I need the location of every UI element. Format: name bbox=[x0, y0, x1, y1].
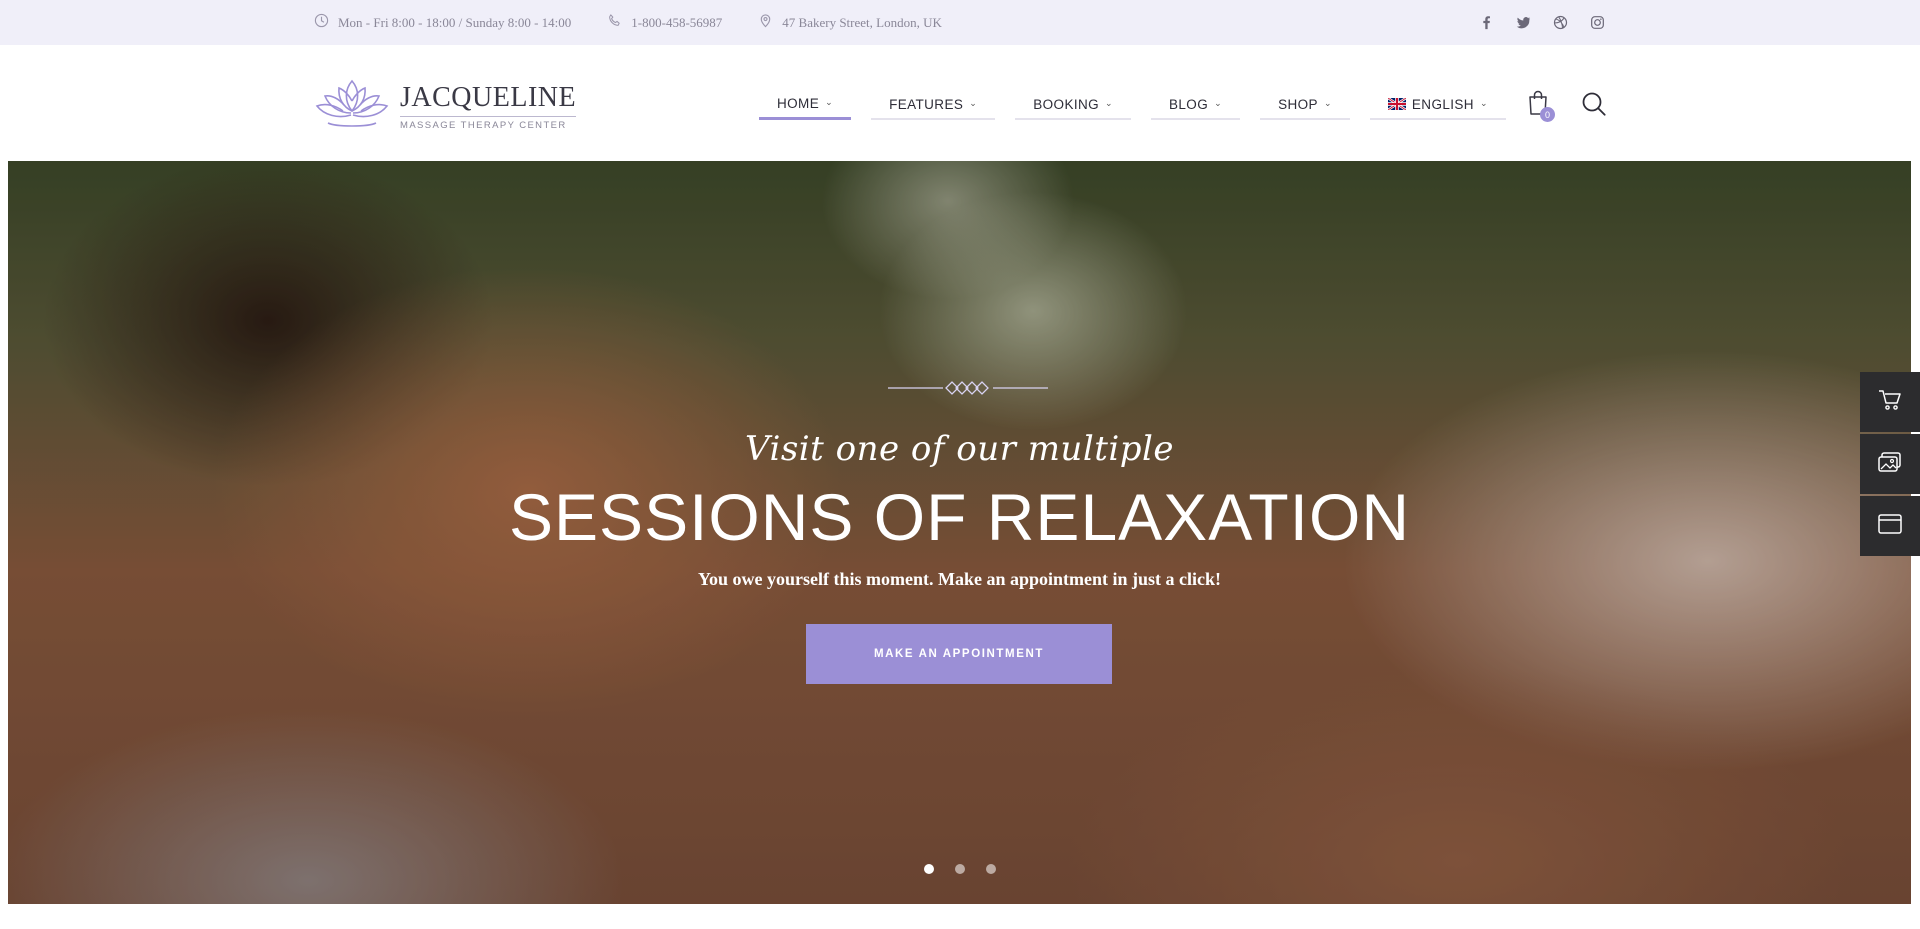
location-pin-icon bbox=[758, 13, 773, 32]
nav-item-shop[interactable]: SHOP ⌄ bbox=[1260, 90, 1350, 120]
cart-count-badge: 0 bbox=[1540, 107, 1555, 122]
dock-gallery-button[interactable] bbox=[1860, 434, 1920, 494]
ornament-divider-icon bbox=[888, 377, 1048, 399]
nav-item-label: BOOKING bbox=[1033, 96, 1100, 112]
side-dock bbox=[1860, 372, 1920, 556]
chevron-down-icon: ⌄ bbox=[969, 97, 978, 108]
logo-title: JACQUELINE bbox=[400, 81, 577, 113]
cart-icon bbox=[1877, 388, 1903, 417]
chevron-down-icon: ⌄ bbox=[1479, 97, 1488, 108]
facebook-icon[interactable] bbox=[1478, 14, 1495, 31]
chevron-down-icon: ⌄ bbox=[1105, 97, 1113, 108]
hero-script-text: Visit one of our multiple bbox=[744, 429, 1175, 469]
phone-number[interactable]: 1-800-458-56987 bbox=[607, 13, 722, 32]
uk-flag-icon bbox=[1387, 97, 1407, 111]
site-header: JACQUELINE MASSAGE THERAPY CENTER HOME ⌄… bbox=[0, 45, 1920, 161]
nav-item-label: ENGLISH bbox=[1411, 96, 1474, 112]
opening-hours: Mon - Fri 8:00 - 18:00 / Sunday 8:00 - 1… bbox=[314, 13, 571, 32]
site-logo[interactable]: JACQUELINE MASSAGE THERAPY CENTER bbox=[314, 73, 577, 140]
instagram-icon[interactable] bbox=[1589, 14, 1606, 31]
window-icon bbox=[1877, 512, 1903, 541]
nav-item-label: SHOP bbox=[1278, 96, 1318, 112]
logo-subtitle: MASSAGE THERAPY CENTER bbox=[400, 115, 577, 131]
chevron-down-icon: ⌄ bbox=[825, 97, 834, 107]
slider-pagination bbox=[924, 864, 996, 874]
dock-cart-button[interactable] bbox=[1860, 372, 1920, 432]
search-button[interactable] bbox=[1581, 91, 1609, 119]
twitter-icon[interactable] bbox=[1515, 14, 1532, 31]
opening-hours-text: Mon - Fri 8:00 - 18:00 / Sunday 8:00 - 1… bbox=[338, 14, 572, 30]
search-icon bbox=[1581, 92, 1607, 121]
nav-item-label: FEATURES bbox=[889, 96, 964, 112]
dock-window-button[interactable] bbox=[1860, 496, 1920, 556]
lotus-logo-icon bbox=[314, 73, 390, 140]
hero-subtitle: You owe yourself this moment. Make an ap… bbox=[697, 569, 1221, 589]
nav-item-features[interactable]: FEATURES ⌄ bbox=[871, 90, 996, 120]
main-navigation: HOME ⌄ FEATURES ⌄ BOOKING ⌄ BLOG ⌄ SHOP … bbox=[759, 90, 1506, 120]
chevron-down-icon: ⌄ bbox=[1214, 97, 1223, 108]
slider-dot-1[interactable] bbox=[924, 864, 934, 874]
nav-item-label: BLOG bbox=[1169, 96, 1209, 112]
language-selector[interactable]: ENGLISH ⌄ bbox=[1369, 90, 1506, 120]
nav-item-home[interactable]: HOME ⌄ bbox=[759, 90, 852, 120]
cart-button[interactable]: 0 bbox=[1526, 89, 1555, 125]
dribbble-icon[interactable] bbox=[1552, 14, 1569, 31]
top-info-bar: Mon - Fri 8:00 - 18:00 / Sunday 8:00 - 1… bbox=[0, 0, 1920, 45]
hero-slider: Visit one of our multiple SESSIONS OF RE… bbox=[8, 161, 1911, 904]
chevron-down-icon: ⌄ bbox=[1323, 97, 1332, 108]
slider-dot-2[interactable] bbox=[955, 864, 965, 874]
hero-title: SESSIONS OF RELAXATION bbox=[509, 480, 1410, 554]
address: 47 Bakery Street, London, UK bbox=[758, 13, 942, 32]
make-appointment-button[interactable]: MAKE AN APPOINTMENT bbox=[806, 624, 1112, 684]
phone-number-text: 1-800-458-56987 bbox=[631, 14, 723, 30]
phone-icon bbox=[607, 13, 622, 32]
clock-icon bbox=[314, 13, 329, 32]
nav-item-booking[interactable]: BOOKING ⌄ bbox=[1015, 90, 1131, 120]
nav-item-blog[interactable]: BLOG ⌄ bbox=[1151, 90, 1241, 120]
nav-item-label: HOME bbox=[777, 96, 820, 111]
gallery-icon bbox=[1877, 450, 1903, 479]
slider-dot-3[interactable] bbox=[986, 864, 996, 874]
address-text: 47 Bakery Street, London, UK bbox=[782, 14, 942, 30]
